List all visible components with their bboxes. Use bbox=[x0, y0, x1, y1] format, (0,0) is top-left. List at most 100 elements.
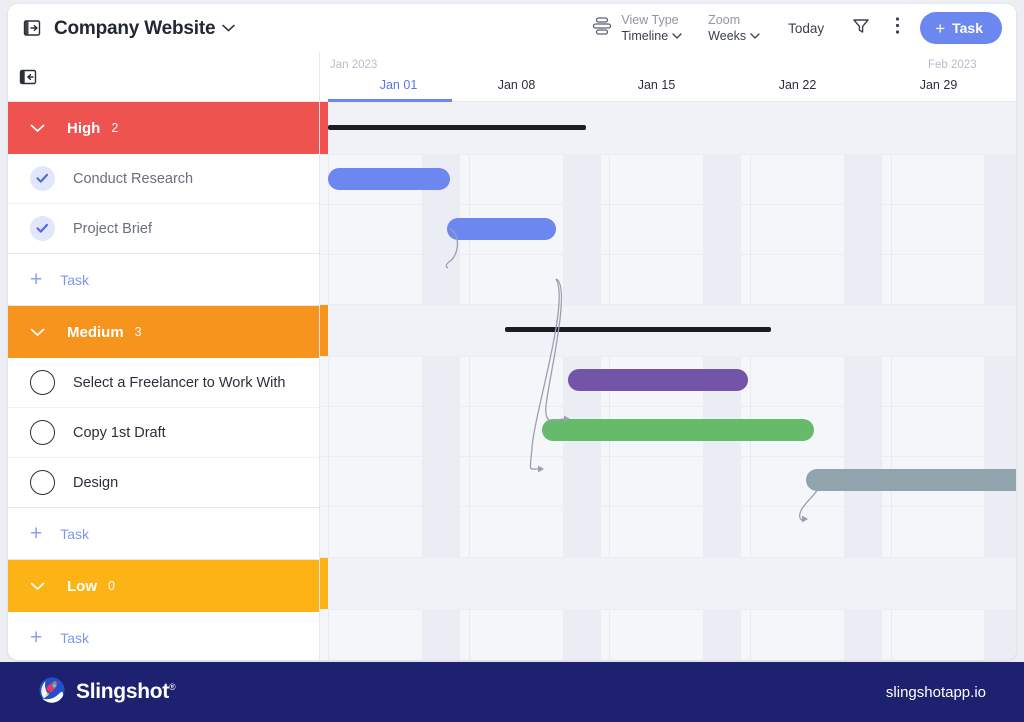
page-title: Company Website bbox=[54, 16, 235, 40]
filter-button[interactable] bbox=[839, 16, 883, 41]
collapse-panel-icon[interactable] bbox=[22, 18, 42, 38]
task-row[interactable]: Conduct Research bbox=[8, 154, 319, 204]
timeline-header: Jan 2023 Feb 2023 Jan 01 Jan 08 Jan 15 J… bbox=[320, 52, 1016, 102]
task-name: Design bbox=[73, 475, 118, 491]
group-band-low bbox=[320, 557, 1016, 609]
brand-name: Slingshot® bbox=[76, 680, 175, 704]
plus-icon: + bbox=[935, 20, 945, 37]
group-name: High bbox=[67, 120, 100, 137]
footer-bar: Slingshot® slingshotapp.io bbox=[0, 662, 1024, 722]
group-count: 2 bbox=[111, 121, 118, 135]
group-summary-bar-medium bbox=[505, 327, 771, 332]
chevron-down-icon[interactable] bbox=[222, 16, 235, 38]
brand-lockup: Slingshot® bbox=[38, 676, 175, 709]
group-name: Medium bbox=[67, 324, 124, 341]
task-row[interactable]: Select a Freelancer to Work With bbox=[8, 358, 319, 408]
task-checkbox-unchecked[interactable] bbox=[30, 470, 55, 495]
chevron-down-icon[interactable] bbox=[30, 328, 45, 337]
chevron-down-icon[interactable] bbox=[672, 28, 682, 43]
zoom-control[interactable]: Zoom Weeks bbox=[695, 13, 773, 44]
add-task-label: Task bbox=[60, 526, 89, 542]
row-line bbox=[320, 204, 1016, 205]
row-line bbox=[320, 557, 1016, 558]
gantt-bar-conduct-research[interactable] bbox=[328, 168, 450, 190]
group-header-low[interactable]: Low 0 bbox=[8, 560, 319, 612]
chevron-down-icon[interactable] bbox=[30, 124, 45, 133]
zoom-label: Zoom bbox=[708, 13, 760, 28]
view-type-value: Timeline bbox=[621, 28, 682, 44]
group-name: Low bbox=[67, 578, 97, 595]
row-line bbox=[320, 254, 1016, 255]
task-name: Select a Freelancer to Work With bbox=[73, 375, 285, 391]
task-list-pane: High 2 Conduct Research Project Brief bbox=[8, 52, 320, 660]
add-task-button[interactable]: + Task bbox=[920, 12, 1002, 44]
view-type-label: View Type bbox=[621, 13, 682, 28]
group-header-medium[interactable]: Medium 3 bbox=[8, 306, 319, 358]
add-task-row[interactable]: + Task bbox=[8, 612, 319, 660]
toolbar-right: View Type Timeline Zoom Weeks Today bbox=[578, 12, 1016, 44]
task-name: Copy 1st Draft bbox=[73, 425, 166, 441]
collapse-panel-icon[interactable] bbox=[18, 67, 38, 87]
add-task-label: Task bbox=[60, 272, 89, 288]
timeline-column-header[interactable]: Jan 08 bbox=[446, 78, 587, 92]
add-task-row[interactable]: + Task bbox=[8, 508, 319, 560]
task-checkbox-unchecked[interactable] bbox=[30, 370, 55, 395]
row-line bbox=[320, 609, 1016, 610]
task-checkbox-checked[interactable] bbox=[30, 216, 55, 241]
trademark-symbol: ® bbox=[169, 682, 175, 692]
task-row[interactable]: Copy 1st Draft bbox=[8, 408, 319, 458]
chevron-down-icon[interactable] bbox=[30, 582, 45, 591]
plus-icon: + bbox=[30, 523, 42, 544]
more-options-button[interactable] bbox=[883, 16, 912, 40]
row-line bbox=[320, 356, 1016, 357]
group-color-stub bbox=[320, 102, 328, 154]
task-checkbox-checked[interactable] bbox=[30, 166, 55, 191]
gantt-bar-copy-1st-draft[interactable] bbox=[542, 419, 814, 441]
group-color-stub bbox=[320, 557, 328, 609]
filter-icon bbox=[851, 16, 871, 41]
row-line bbox=[320, 304, 1016, 305]
plus-icon: + bbox=[30, 269, 42, 290]
project-title-text: Company Website bbox=[54, 18, 215, 39]
footer-url: slingshotapp.io bbox=[886, 684, 986, 701]
add-task-row[interactable]: + Task bbox=[8, 254, 319, 306]
gantt-bar-select-freelancer[interactable] bbox=[568, 369, 748, 391]
timeline-grid bbox=[320, 102, 1016, 660]
gantt-bar-design[interactable] bbox=[806, 469, 1016, 491]
timeline-column-header[interactable]: Jan 29 bbox=[868, 78, 1009, 92]
timeline-pane[interactable]: Jan 2023 Feb 2023 Jan 01 Jan 08 Jan 15 J… bbox=[320, 52, 1016, 660]
zoom-value: Weeks bbox=[708, 28, 760, 44]
gantt-bar-project-brief[interactable] bbox=[447, 218, 556, 240]
task-list-header bbox=[8, 52, 319, 102]
timeline-column-header[interactable]: Jan 22 bbox=[727, 78, 868, 92]
month-label: Jan 2023 bbox=[330, 59, 377, 71]
timeline-column-header[interactable]: Jan 15 bbox=[586, 78, 727, 92]
top-toolbar: Company Website View Type Timeline bbox=[8, 4, 1016, 52]
group-summary-bar-high bbox=[328, 125, 586, 130]
view-type-text: View Type Timeline bbox=[621, 13, 682, 44]
app-window: Company Website View Type Timeline bbox=[8, 4, 1016, 660]
month-label: Feb 2023 bbox=[928, 59, 977, 71]
zoom-text: Zoom Weeks bbox=[708, 13, 760, 44]
group-header-high[interactable]: High 2 bbox=[8, 102, 319, 154]
view-type-control[interactable]: View Type Timeline bbox=[578, 13, 695, 44]
add-task-label: Task bbox=[60, 630, 89, 646]
row-line bbox=[320, 406, 1016, 407]
group-color-stub bbox=[320, 304, 328, 356]
chevron-down-icon[interactable] bbox=[750, 28, 760, 43]
view-type-icon bbox=[591, 14, 613, 43]
task-name: Project Brief bbox=[73, 221, 152, 237]
task-checkbox-unchecked[interactable] bbox=[30, 420, 55, 445]
task-row[interactable]: Project Brief bbox=[8, 204, 319, 254]
row-line bbox=[320, 456, 1016, 457]
task-row[interactable]: Design bbox=[8, 458, 319, 508]
slingshot-rocket-logo bbox=[38, 676, 66, 709]
row-line bbox=[320, 154, 1016, 155]
group-count: 3 bbox=[135, 325, 142, 339]
add-task-label: Task bbox=[952, 20, 983, 36]
today-button[interactable]: Today bbox=[773, 21, 839, 36]
more-vertical-icon bbox=[895, 16, 900, 40]
app-body: High 2 Conduct Research Project Brief bbox=[8, 52, 1016, 660]
toolbar-left: Company Website bbox=[8, 16, 235, 40]
plus-icon: + bbox=[30, 627, 42, 648]
